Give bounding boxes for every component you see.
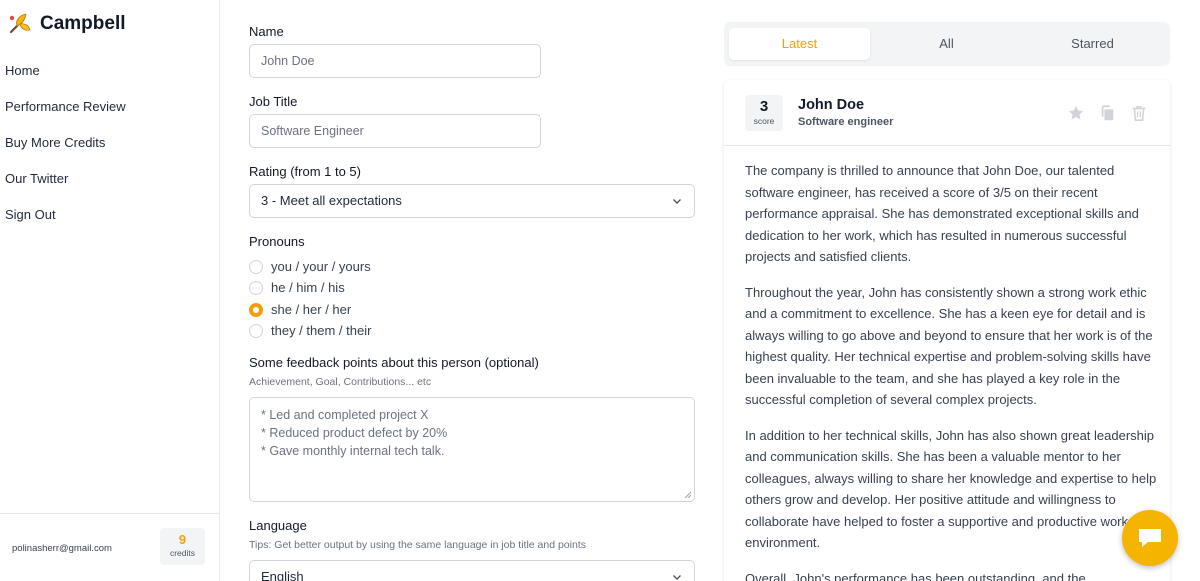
radio-button[interactable]	[249, 280, 263, 295]
rating-select[interactable]: 3 - Meet all expectations	[249, 184, 695, 218]
pronoun-option-they[interactable]: they / them / their	[249, 323, 371, 338]
tab-all[interactable]: All	[876, 28, 1017, 60]
chevron-down-icon	[673, 575, 681, 580]
feedback-line: * Reduced product defect by 20%	[261, 426, 448, 440]
pronoun-option-label: he / him / his	[271, 280, 345, 295]
chat-icon	[1139, 529, 1161, 547]
sidebar-item-home[interactable]: Home	[5, 62, 215, 98]
job-title-input[interactable]: Software Engineer	[249, 114, 541, 148]
score-label: score	[753, 116, 775, 126]
rating-label: Rating (from 1 to 5)	[249, 164, 361, 179]
results-panel: Latest All Starred 3 score John Doe Soft…	[724, 22, 1170, 581]
job-title-label: Job Title	[249, 94, 298, 109]
review-card: 3 score John Doe Software engineer The c…	[724, 80, 1170, 581]
pronoun-option-she[interactable]: she / her / her	[249, 302, 351, 317]
radio-button[interactable]	[249, 259, 263, 274]
review-paragraph: In addition to her technical skills, Joh…	[745, 427, 1157, 551]
chat-button[interactable]	[1122, 510, 1178, 566]
credits-badge[interactable]: 9 credits	[160, 528, 205, 565]
pronoun-option-label: she / her / her	[271, 302, 352, 317]
feedback-hint: Achievement, Goal, Contributions... etc	[249, 376, 432, 388]
score-badge: 3 score	[745, 95, 783, 131]
sidebar-nav: Home Performance Review Buy More Credits…	[5, 62, 215, 242]
name-label: Name	[249, 24, 284, 39]
campbell-logo-icon	[9, 13, 31, 34]
tab-starred[interactable]: Starred	[1022, 28, 1163, 60]
feedback-label: Some feedback points about this person (…	[249, 355, 539, 370]
review-text: The company is thrilled to announce that…	[745, 160, 1157, 581]
radio-button[interactable]	[249, 323, 263, 338]
language-select[interactable]: English	[249, 560, 695, 581]
feedback-textarea[interactable]: * Led and completed project X * Reduced …	[249, 397, 695, 502]
chevron-down-icon	[673, 199, 681, 204]
tab-latest[interactable]: Latest	[729, 28, 870, 60]
credits-count: 9	[178, 532, 187, 547]
review-card-header: 3 score John Doe Software engineer	[724, 80, 1170, 146]
language-select-value: English	[261, 569, 304, 581]
name-input[interactable]: John Doe	[249, 44, 541, 78]
feedback-line: * Gave monthly internal tech talk.	[261, 444, 445, 458]
rating-select-value: 3 - Meet all expectations	[261, 193, 402, 208]
sidebar-item-sign-out[interactable]: Sign Out	[5, 206, 215, 242]
language-hint: Tips: Get better output by using the sam…	[249, 539, 586, 551]
review-paragraph: Throughout the year, John has consistent…	[745, 284, 1153, 408]
language-label: Language	[249, 518, 307, 533]
feedback-line: * Led and completed project X	[261, 408, 429, 422]
user-email: polinasherr@gmail.com	[12, 543, 112, 554]
brand-name: Campbell	[40, 13, 126, 34]
trash-icon[interactable]	[1130, 104, 1148, 122]
review-paragraph: The company is thrilled to announce that…	[745, 163, 1139, 264]
candidate-title: Software engineer	[798, 116, 894, 128]
pronoun-option-label: you / your / yours	[271, 259, 371, 274]
copy-icon[interactable]	[1099, 104, 1117, 122]
sidebar-item-buy-more-credits[interactable]: Buy More Credits	[5, 134, 215, 170]
pronoun-option-you[interactable]: you / your / yours	[249, 259, 371, 274]
pronoun-option-label: they / them / their	[271, 323, 372, 338]
pronouns-label: Pronouns	[249, 234, 305, 249]
credits-label: credits	[169, 548, 196, 558]
star-icon[interactable]	[1067, 104, 1085, 122]
brand[interactable]: Campbell	[8, 12, 126, 36]
radio-button-selected[interactable]	[249, 302, 263, 317]
sidebar: Campbell Home Performance Review Buy Mor…	[0, 0, 220, 581]
sidebar-footer: polinasherr@gmail.com 9 credits	[0, 513, 219, 581]
resize-handle-icon[interactable]	[684, 491, 692, 499]
sidebar-item-our-twitter[interactable]: Our Twitter	[5, 170, 215, 206]
pronoun-option-he[interactable]: he / him / his	[249, 280, 345, 295]
candidate-name: John Doe	[798, 97, 865, 113]
review-paragraph: Overall, John's performance has been out…	[745, 570, 1086, 581]
results-tabs: Latest All Starred	[724, 22, 1170, 66]
sidebar-item-performance-review[interactable]: Performance Review	[5, 98, 215, 134]
score-value: 3	[759, 98, 769, 115]
